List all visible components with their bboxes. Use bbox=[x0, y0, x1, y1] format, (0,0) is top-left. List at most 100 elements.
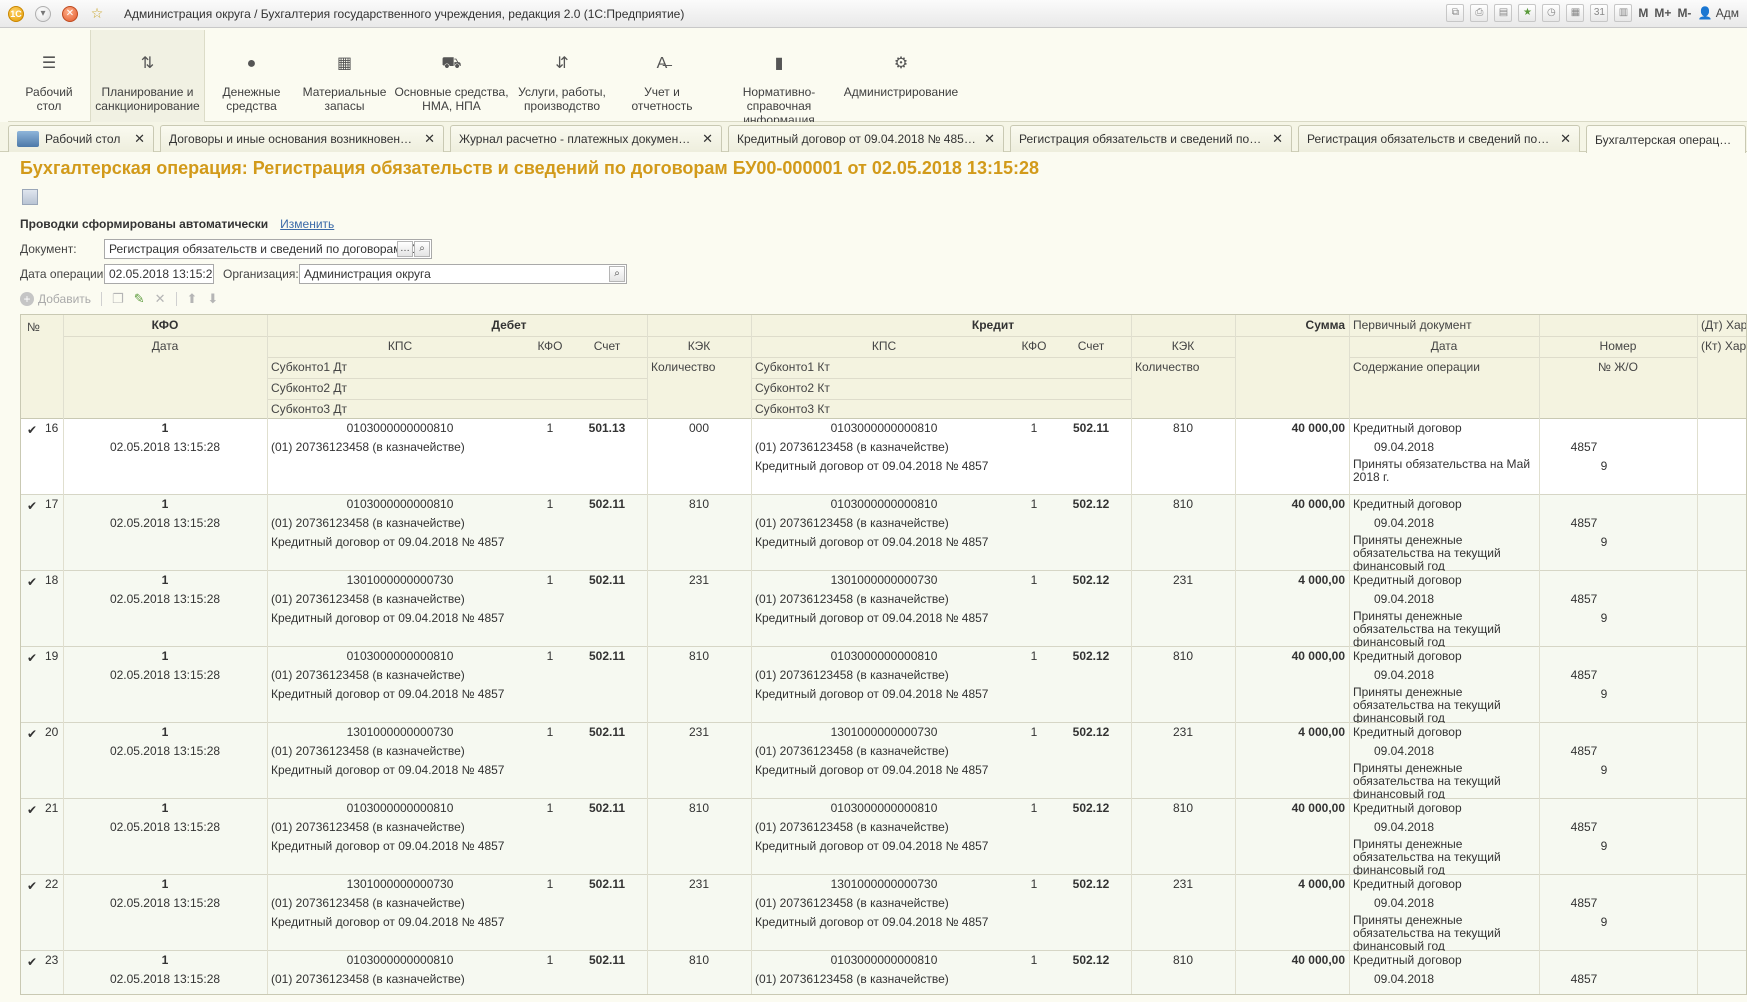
close-icon[interactable]: ✕ bbox=[984, 131, 995, 147]
col-debet-account[interactable]: Счет bbox=[567, 336, 647, 356]
col-date[interactable]: Дата bbox=[63, 336, 267, 356]
close-icon[interactable]: ✕ bbox=[134, 131, 145, 147]
section-label: санкционирование bbox=[95, 99, 200, 113]
tab-obligations-2[interactable]: Регистрация обязательств и сведений по д… bbox=[1298, 125, 1580, 152]
add-button[interactable]: + Добавить bbox=[20, 292, 91, 306]
document-field[interactable]: Регистрация обязательств и сведений по д… bbox=[104, 239, 432, 259]
table-row[interactable]: ✔ 16 1 02.05.2018 13:15:28 0103000000000810 1… bbox=[21, 419, 1746, 495]
tab-obligations-1[interactable]: Регистрация обязательств и сведений по д… bbox=[1010, 125, 1292, 152]
table-row[interactable]: ✔ 19 1 02.05.2018 13:15:28 0103000000000810 1… bbox=[21, 647, 1746, 725]
table-row[interactable]: ✔ 17 1 02.05.2018 13:15:28 0103000000000810 1… bbox=[21, 495, 1746, 573]
section-label: Услуги, работы, bbox=[518, 85, 606, 99]
col-debet[interactable]: Дебет bbox=[267, 315, 751, 335]
col-debet-kps[interactable]: КПС bbox=[267, 336, 533, 356]
favorites-star-icon[interactable]: ☆ bbox=[86, 4, 108, 24]
table-row[interactable]: ✔ 18 1 02.05.2018 13:15:28 1301000000000730 1… bbox=[21, 571, 1746, 649]
col-sum[interactable]: Сумма bbox=[1235, 315, 1349, 335]
close-icon[interactable]: ✕ bbox=[59, 4, 81, 24]
col-debet-qty[interactable]: Количество bbox=[647, 357, 751, 377]
cell-jo: 9 bbox=[1600, 915, 1608, 929]
search-icon[interactable]: ⌕ bbox=[609, 266, 625, 282]
col-kt-char[interactable]: (Кт) Хара bbox=[1697, 336, 1746, 356]
cell-ckek: 810 bbox=[1172, 421, 1194, 435]
postings-table[interactable]: № КФО Дата Дебет КПС КФО Счет КЭК Субкон… bbox=[20, 314, 1747, 995]
user-icon: 👤 bbox=[1697, 6, 1713, 20]
grid-icon[interactable]: ▥ bbox=[1614, 4, 1633, 22]
col-debet-kek[interactable]: КЭК bbox=[647, 336, 751, 356]
col-num[interactable]: № bbox=[23, 317, 63, 337]
change-link[interactable]: Изменить bbox=[280, 217, 334, 231]
history-icon[interactable]: ◷ bbox=[1542, 4, 1561, 22]
copy-icon[interactable]: ❐ bbox=[112, 291, 124, 307]
section-money[interactable]: ● Денежные средства bbox=[205, 30, 298, 122]
link-icon[interactable]: ⧉ bbox=[1446, 4, 1465, 22]
table-row[interactable]: ✔ 22 1 02.05.2018 13:15:28 1301000000000730 1… bbox=[21, 875, 1746, 953]
move-up-icon[interactable]: ⬆ bbox=[187, 291, 198, 307]
table-row[interactable]: ✔ 23 1 02.05.2018 13:15:28 0103000000000810 1… bbox=[21, 951, 1746, 994]
memory-m-minus-button[interactable]: M- bbox=[1677, 6, 1691, 20]
select-ellipsis-button[interactable]: … bbox=[397, 241, 413, 257]
save-icon[interactable] bbox=[22, 189, 38, 205]
section-accounting[interactable]: A̶ Учет и отчетность bbox=[612, 30, 712, 122]
section-fixed-assets[interactable]: ⛟ Основные средства, НМА, НПА bbox=[391, 30, 512, 122]
tab-credit-contract[interactable]: Кредитный договор от 09.04.2018 № 4857 (… bbox=[728, 125, 1004, 152]
table-row[interactable]: ✔ 20 1 02.05.2018 13:15:28 1301000000000730 1… bbox=[21, 723, 1746, 801]
cell-cacc: 502.12 bbox=[1072, 725, 1110, 739]
row-active-check-icon: ✔ bbox=[27, 803, 38, 817]
section-planning[interactable]: ⇅ Планирование и санкционирование bbox=[90, 30, 205, 122]
section-administration[interactable]: ⚙ Администрирование bbox=[844, 30, 958, 122]
col-debet-sub3[interactable]: Субконто3 Дт bbox=[267, 399, 647, 419]
col-content[interactable]: Содержание операции bbox=[1349, 357, 1539, 377]
search-icon[interactable]: ⌕ bbox=[414, 241, 430, 257]
menu-dropdown-icon[interactable]: ▾ bbox=[32, 4, 54, 24]
delete-icon[interactable]: ✕ bbox=[155, 291, 166, 307]
col-credit-kps[interactable]: КПС bbox=[751, 336, 1017, 356]
section-desktop[interactable]: ☰ Рабочий стол bbox=[8, 30, 90, 122]
menu-icon: ☰ bbox=[41, 55, 57, 72]
section-label: Денежные bbox=[222, 85, 281, 99]
section-label: Планирование и bbox=[101, 85, 194, 99]
move-down-icon[interactable]: ⬇ bbox=[207, 291, 218, 307]
memory-m-plus-button[interactable]: M+ bbox=[1654, 6, 1671, 20]
section-services[interactable]: ⇵ Услуги, работы, производство bbox=[512, 30, 612, 122]
col-credit-kek[interactable]: КЭК bbox=[1131, 336, 1235, 356]
col-primary-doc[interactable]: Первичный документ bbox=[1349, 315, 1697, 335]
edit-icon[interactable]: ✎ bbox=[134, 291, 145, 307]
col-credit-sub2[interactable]: Субконто2 Кт bbox=[751, 378, 1131, 398]
preview-icon[interactable]: ▤ bbox=[1494, 4, 1513, 22]
col-debet-sub1[interactable]: Субконто1 Дт bbox=[267, 357, 647, 377]
col-credit-qty[interactable]: Количество bbox=[1131, 357, 1235, 377]
app-logo-icon[interactable]: 1С bbox=[5, 4, 27, 24]
print-icon[interactable]: ⎙ bbox=[1470, 4, 1489, 22]
favorites-icon[interactable]: ★ bbox=[1518, 4, 1537, 22]
user-menu[interactable]: 👤 Адм bbox=[1697, 6, 1739, 20]
organization-field[interactable]: Администрация округа ⌕ bbox=[299, 264, 627, 284]
close-icon[interactable]: ✕ bbox=[1560, 131, 1571, 147]
close-icon[interactable]: ✕ bbox=[1272, 131, 1283, 147]
section-reference[interactable]: ▮ Нормативно-справочная информация bbox=[712, 30, 846, 127]
col-credit[interactable]: Кредит bbox=[751, 315, 1235, 335]
col-debet-kfo[interactable]: КФО bbox=[533, 336, 567, 356]
tab-accounting-operation[interactable]: Бухгалтерская операция: Рег bbox=[1586, 125, 1746, 153]
calendar-icon[interactable]: 31 bbox=[1590, 4, 1609, 22]
col-credit-sub3[interactable]: Субконто3 Кт bbox=[751, 399, 1131, 419]
tab-desktop[interactable]: Рабочий стол ✕ bbox=[8, 125, 154, 152]
col-primary-date[interactable]: Дата bbox=[1349, 336, 1539, 356]
col-dt-char[interactable]: (Дт) Хара bbox=[1697, 315, 1746, 335]
col-debet-sub2[interactable]: Субконто2 Дт bbox=[267, 378, 647, 398]
close-icon[interactable]: ✕ bbox=[424, 131, 435, 147]
tab-payments-journal[interactable]: Журнал расчетно - платежных документов ✕ bbox=[450, 125, 722, 152]
col-credit-sub1[interactable]: Субконто1 Кт bbox=[751, 357, 1131, 377]
col-kfo[interactable]: КФО bbox=[63, 315, 267, 335]
table-row[interactable]: ✔ 21 1 02.05.2018 13:15:28 0103000000000810 1… bbox=[21, 799, 1746, 877]
date-field[interactable]: 02.05.2018 13:15:28 bbox=[104, 264, 214, 284]
section-stock[interactable]: ▦ Материальные запасы bbox=[298, 30, 391, 122]
calculator-icon[interactable]: ▦ bbox=[1566, 4, 1585, 22]
memory-m-button[interactable]: M bbox=[1638, 6, 1648, 20]
col-credit-account[interactable]: Счет bbox=[1051, 336, 1131, 356]
col-primary-number[interactable]: Номер bbox=[1539, 336, 1697, 356]
col-credit-kfo[interactable]: КФО bbox=[1017, 336, 1051, 356]
col-journal[interactable]: № Ж/О bbox=[1539, 357, 1697, 377]
tab-contracts[interactable]: Договоры и иные основания возникновения … bbox=[160, 125, 444, 152]
close-icon[interactable]: ✕ bbox=[702, 131, 713, 147]
